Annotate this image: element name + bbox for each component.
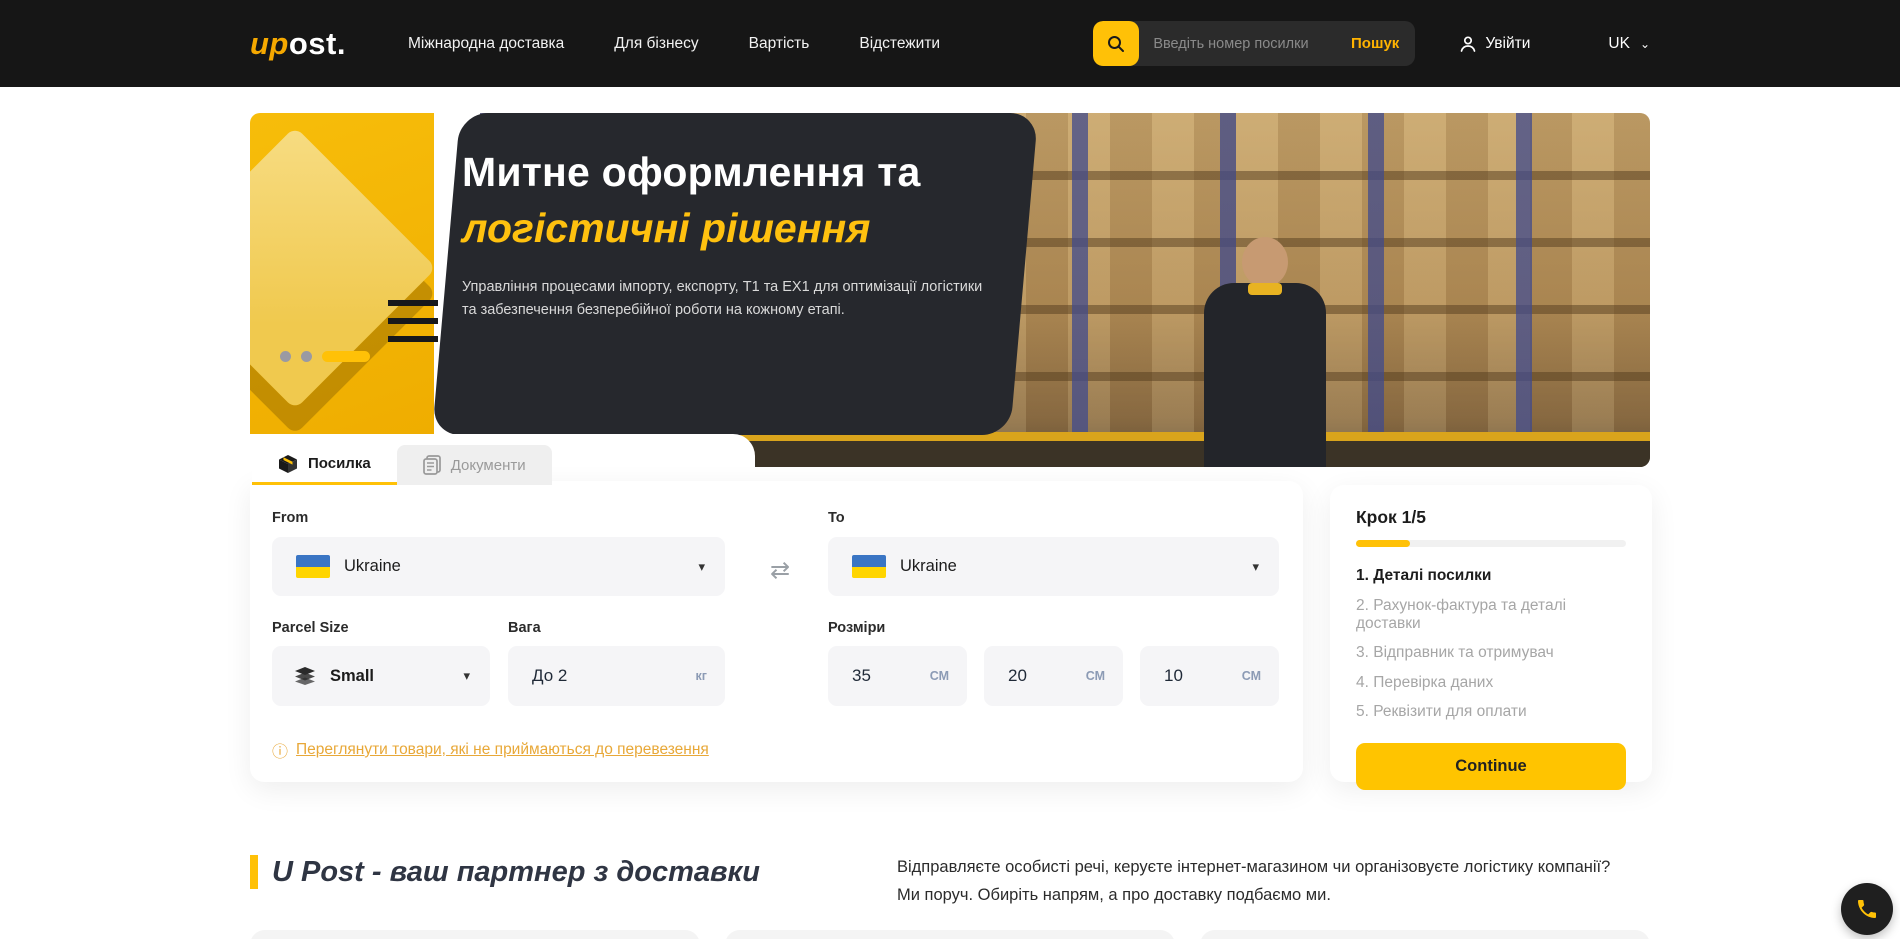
carousel-dot-3-active[interactable] (322, 351, 370, 362)
to-label: To (828, 510, 845, 526)
dimension-height-field: СМ (1140, 646, 1279, 706)
ukraine-flag-icon (296, 555, 330, 578)
weight-label: Вага (508, 620, 541, 636)
continue-button[interactable]: Continue (1356, 743, 1626, 790)
carousel-dot-2[interactable] (301, 351, 312, 362)
parcel-size-value: Small (330, 667, 374, 686)
from-country-select[interactable]: Ukraine ▾ (272, 537, 725, 596)
hero-subtitle: Управління процесами імпорту, експорту, … (462, 276, 1002, 322)
phone-icon (1855, 897, 1879, 921)
swap-countries-icon[interactable]: ⇄ (765, 556, 795, 585)
phone-chat-button[interactable] (1841, 883, 1893, 935)
direction-card-1[interactable] (250, 930, 700, 939)
steps-progress-fill (1356, 540, 1410, 547)
parcel-size-label: Parcel Size (272, 620, 349, 636)
search-input[interactable] (1139, 36, 1351, 52)
dimensions-label: Розміри (828, 620, 885, 636)
steps-progress-track (1356, 540, 1626, 547)
to-country-select[interactable]: Ukraine ▾ (828, 537, 1279, 596)
tab-documents[interactable]: Документи (397, 445, 552, 485)
hero-title-line1: Митне оформлення та (462, 149, 1002, 196)
to-country-value: Ukraine (900, 557, 957, 576)
search-icon-button[interactable] (1093, 21, 1139, 66)
dimension-length-field: СМ (828, 646, 967, 706)
tab-parcel[interactable]: Посилка (252, 445, 397, 485)
weight-field: кг (508, 646, 725, 706)
hero-text: Митне оформлення та логістичні рішення У… (462, 149, 1002, 322)
nav-item-track[interactable]: Відстежити (859, 35, 940, 53)
steps-title: Крок 1/5 (1356, 507, 1626, 528)
nav-item-international[interactable]: Міжнародна доставка (408, 35, 564, 53)
dimension-height-input[interactable] (1164, 666, 1234, 686)
envelope-graphic (250, 113, 434, 435)
parcel-size-select[interactable]: Small ▾ (272, 646, 490, 706)
language-value: UK (1608, 35, 1630, 53)
tracking-search: Пошук (1093, 21, 1415, 66)
steps-list: 1. Деталі посилки 2. Рахунок-фактура та … (1356, 567, 1626, 721)
main-nav: Міжнародна доставка Для бізнесу Вартість… (408, 35, 940, 53)
login-label: Увійти (1485, 35, 1530, 53)
from-label: From (272, 510, 308, 526)
dimension-width-unit: СМ (1086, 669, 1105, 683)
tab-documents-label: Документи (451, 457, 526, 474)
search-submit-button[interactable]: Пошук (1351, 35, 1415, 52)
shipment-type-tabs: Посилка Документи (252, 445, 552, 485)
restricted-items-link-text[interactable]: Переглянути товари, які не приймаються д… (296, 741, 709, 759)
step-item-5: 5. Реквізити для оплати (1356, 703, 1626, 721)
from-country-value: Ukraine (344, 557, 401, 576)
direction-card-3[interactable] (1200, 930, 1650, 939)
intro-heading: U Post - ваш партнер з доставки (250, 855, 760, 889)
intro-title: U Post - ваш партнер з доставки (272, 856, 760, 889)
parcel-box-icon (278, 455, 298, 473)
dimension-width-field: СМ (984, 646, 1123, 706)
page: upost. Міжнародна доставка Для бізнесу В… (0, 0, 1900, 939)
courier-figure (1190, 237, 1340, 467)
hero-title-line2: логістичні рішення (462, 205, 1002, 252)
parcel-form-card: From Ukraine ▾ ⇄ To Ukraine ▾ Parcel Siz… (250, 481, 1303, 782)
checkout-steps-card: Крок 1/5 1. Деталі посилки 2. Рахунок-фа… (1330, 485, 1652, 782)
parcel-size-icon (294, 667, 316, 685)
dimension-length-input[interactable] (852, 666, 922, 686)
carousel-dots (280, 351, 370, 362)
logo-up-part: up (250, 26, 289, 61)
intro-paragraph: Відправляєте особисті речі, керуєте інте… (897, 853, 1677, 909)
dimension-height-unit: СМ (1242, 669, 1261, 683)
logo[interactable]: upost. (250, 26, 346, 62)
weight-input[interactable] (532, 666, 642, 686)
step-item-2: 2. Рахунок-фактура та деталі доставки (1356, 597, 1626, 633)
language-selector[interactable]: UK ⌄ (1608, 35, 1650, 53)
heading-accent-bar (250, 855, 258, 889)
logo-rest-part: ost. (289, 26, 346, 61)
carousel-dot-1[interactable] (280, 351, 291, 362)
direction-card-2[interactable] (725, 930, 1175, 939)
caret-down-icon: ▾ (463, 668, 470, 684)
weight-unit: кг (696, 669, 707, 683)
user-icon (1459, 35, 1477, 53)
caret-down-icon: ▾ (698, 559, 705, 575)
dimension-length-unit: СМ (930, 669, 949, 683)
nav-item-business[interactable]: Для бізнесу (614, 35, 698, 53)
step-item-1: 1. Деталі посилки (1356, 567, 1626, 585)
header: upost. Міжнародна доставка Для бізнесу В… (0, 0, 1900, 87)
dimension-width-input[interactable] (1008, 666, 1078, 686)
chevron-down-icon: ⌄ (1640, 37, 1650, 51)
step-item-3: 3. Відправник та отримувач (1356, 644, 1626, 662)
tab-parcel-label: Посилка (308, 455, 371, 472)
hero-banner: Митне оформлення та логістичні рішення У… (250, 113, 1650, 467)
restricted-items-link[interactable]: ⓘ Переглянути товари, які не приймаються… (272, 738, 709, 762)
info-icon: ⓘ (272, 738, 288, 762)
search-icon (1106, 34, 1126, 54)
step-item-4: 4. Перевірка даних (1356, 674, 1626, 692)
ukraine-flag-icon (852, 555, 886, 578)
caret-down-icon: ▾ (1252, 559, 1259, 575)
login-button[interactable]: Увійти (1459, 35, 1530, 53)
nav-item-pricing[interactable]: Вартість (749, 35, 810, 53)
documents-icon (423, 455, 441, 475)
